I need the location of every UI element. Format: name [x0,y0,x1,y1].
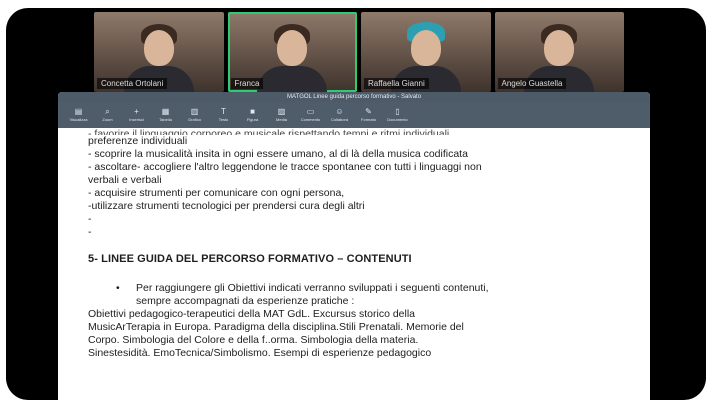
toolbar-label: Inserisci [129,117,144,122]
toolbar-label: Grafico [188,117,201,122]
document-line: - ascoltare- accogliere l'altro leggendo… [88,161,482,173]
face-icon [143,30,174,66]
participant-name: Franca [230,78,264,89]
toolbar-button-zoom[interactable]: ⌕ Zoom [93,103,122,127]
toolbar-label: Commento [300,117,321,122]
toolbar-button-commento[interactable]: ▭ Commento [296,103,325,127]
sidebar-icon: ▤ [74,107,83,116]
window-title: MATGOL Linee guida percorso formativo - … [58,92,650,102]
toolbar-label: Figura [246,117,259,122]
toolbar-label: Tabella [159,117,172,122]
toolbar-label: Testo [218,117,229,122]
table-icon: ▦ [161,107,170,116]
face-icon [544,30,575,66]
contents-paragraph: Obiettivi pedagogico-terapeutici della M… [88,308,650,360]
toolbar-button-formato[interactable]: ✎ Formato [354,103,383,127]
participant-tile[interactable]: Raffaella Gianni [361,12,491,92]
document-line: MusicArTerapia in Europa. Paradigma dell… [88,321,464,333]
bullet-icon: • [116,282,120,294]
document-line: Sinestesidità. EmoTecnica/Simbolismo. Es… [88,347,432,359]
body-icon [257,66,328,92]
face-icon [277,30,308,66]
toolbar-button-testo[interactable]: T Testo [209,103,238,127]
video-call-screen: Concetta Ortolani Franca Raffaella Gianni A… [6,8,706,400]
text-icon: T [221,107,226,116]
document-line: verbali e verbali [88,174,162,186]
document-window: MATGOL Linee guida percorso formativo - … [58,92,650,400]
chart-icon: ▥ [190,107,199,116]
document-line: - scoprire la musicalità insita in ogni … [88,148,468,160]
toolbar-label: Documento [387,117,408,122]
document-icon: ▯ [395,107,400,116]
participant-strip: Concetta Ortolani Franca Raffaella Gianni A… [94,12,624,96]
document-line: Corpo. Simbologia del Colore e della f..… [88,334,419,346]
section-heading: 5- LINEE GUIDA DEL PERCORSO FORMATIVO – … [88,253,412,265]
participant-tile[interactable]: Concetta Ortolani [94,12,224,92]
participant-tile[interactable]: Angelo Guastella [494,12,624,92]
document-line: - [88,213,92,225]
toolbar-button-inserisci[interactable]: + Inserisci [122,103,151,127]
toolbar-label: Media [276,117,287,122]
shape-icon: ■ [250,107,255,116]
bullet-text: Per raggiungere gli Obiettivi indicati v… [136,282,489,308]
toolbar-label: Visualizza [69,117,88,122]
collaborate-icon: ☺ [335,107,344,116]
media-icon: ▨ [277,107,286,116]
bullet-line: Per raggiungere gli Obiettivi indicati v… [136,282,489,294]
document-line: - acquisire strumenti per comunicare con… [88,187,345,199]
toolbar-label: Collabora [330,117,349,122]
toolbar-button-collabora[interactable]: ☺ Collabora [325,103,354,127]
face-icon [410,30,441,66]
document-toolbar: ▤ Visualizza ⌕ Zoom + Inserisci ▦ Tabella ▥ Grafi… [58,102,650,128]
insert-icon: + [134,107,139,116]
zoom-icon: ⌕ [105,107,110,116]
document-page: - favorire il linguaggio corporeo e musi… [58,128,650,400]
toolbar-button-documento[interactable]: ▯ Documento [383,103,412,127]
toolbar-label: Zoom [102,117,113,122]
toolbar-label: Formato [361,117,376,122]
participant-tile[interactable]: Franca [227,12,357,92]
participant-name: Raffaella Gianni [364,78,429,89]
toolbar-button-visualizza[interactable]: ▤ Visualizza [64,103,93,127]
toolbar-button-figura[interactable]: ■ Figura [238,103,267,127]
bullet-line: sempre accompagnati da esperienze pratic… [136,295,355,307]
document-line: Obiettivi pedagogico-terapeutici della M… [88,308,416,320]
toolbar-button-tabella[interactable]: ▦ Tabella [151,103,180,127]
toolbar-button-media[interactable]: ▨ Media [267,103,296,127]
format-icon: ✎ [365,107,372,116]
bullet-item: • Per raggiungere gli Obiettivi indicati… [116,282,650,308]
document-line: preferenze individuali [88,135,188,147]
objectives-list: preferenze individuali - scoprire la musi… [88,135,650,239]
document-line: -utilizzare strumenti tecnologici per pr… [88,200,365,212]
participant-name: Concetta Ortolani [97,78,168,89]
participant-name: Angelo Guastella [497,78,567,89]
cropped-line: - favorire il linguaggio corporeo e musi… [88,128,450,135]
document-line: - [88,226,92,238]
comment-icon: ▭ [306,107,315,116]
toolbar-button-grafico[interactable]: ▥ Grafico [180,103,209,127]
